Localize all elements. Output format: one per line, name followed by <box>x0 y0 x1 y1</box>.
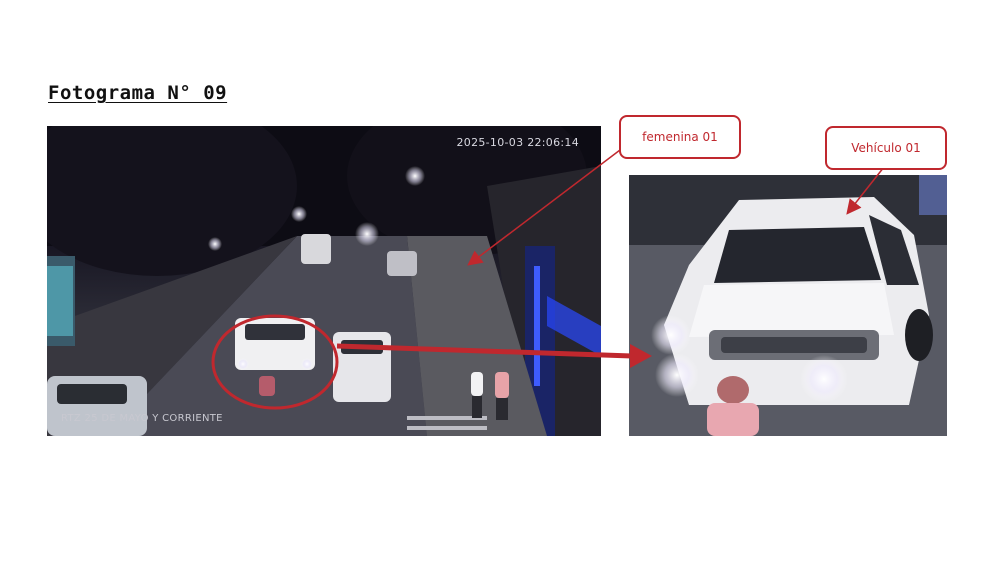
cctv-zoom-frame <box>629 175 947 436</box>
timestamp: 2025-10-03 22:06:14 <box>456 136 579 149</box>
frame-title: Fotograma N° 09 <box>48 82 228 104</box>
callout-femenina: femenina 01 <box>619 115 741 159</box>
zoomed-vehicle-scene <box>629 175 947 436</box>
callout-vehiculo: Vehículo 01 <box>825 126 947 170</box>
camera-label: RTZ 25 DE MAYO Y CORRIENTE <box>61 413 223 424</box>
street-scene <box>47 126 601 436</box>
callout-femenina-label: femenina 01 <box>642 130 718 144</box>
cctv-main-frame: 2025-10-03 22:06:14 RTZ 25 DE MAYO Y COR… <box>47 126 601 436</box>
callout-vehiculo-label: Vehículo 01 <box>851 141 921 155</box>
